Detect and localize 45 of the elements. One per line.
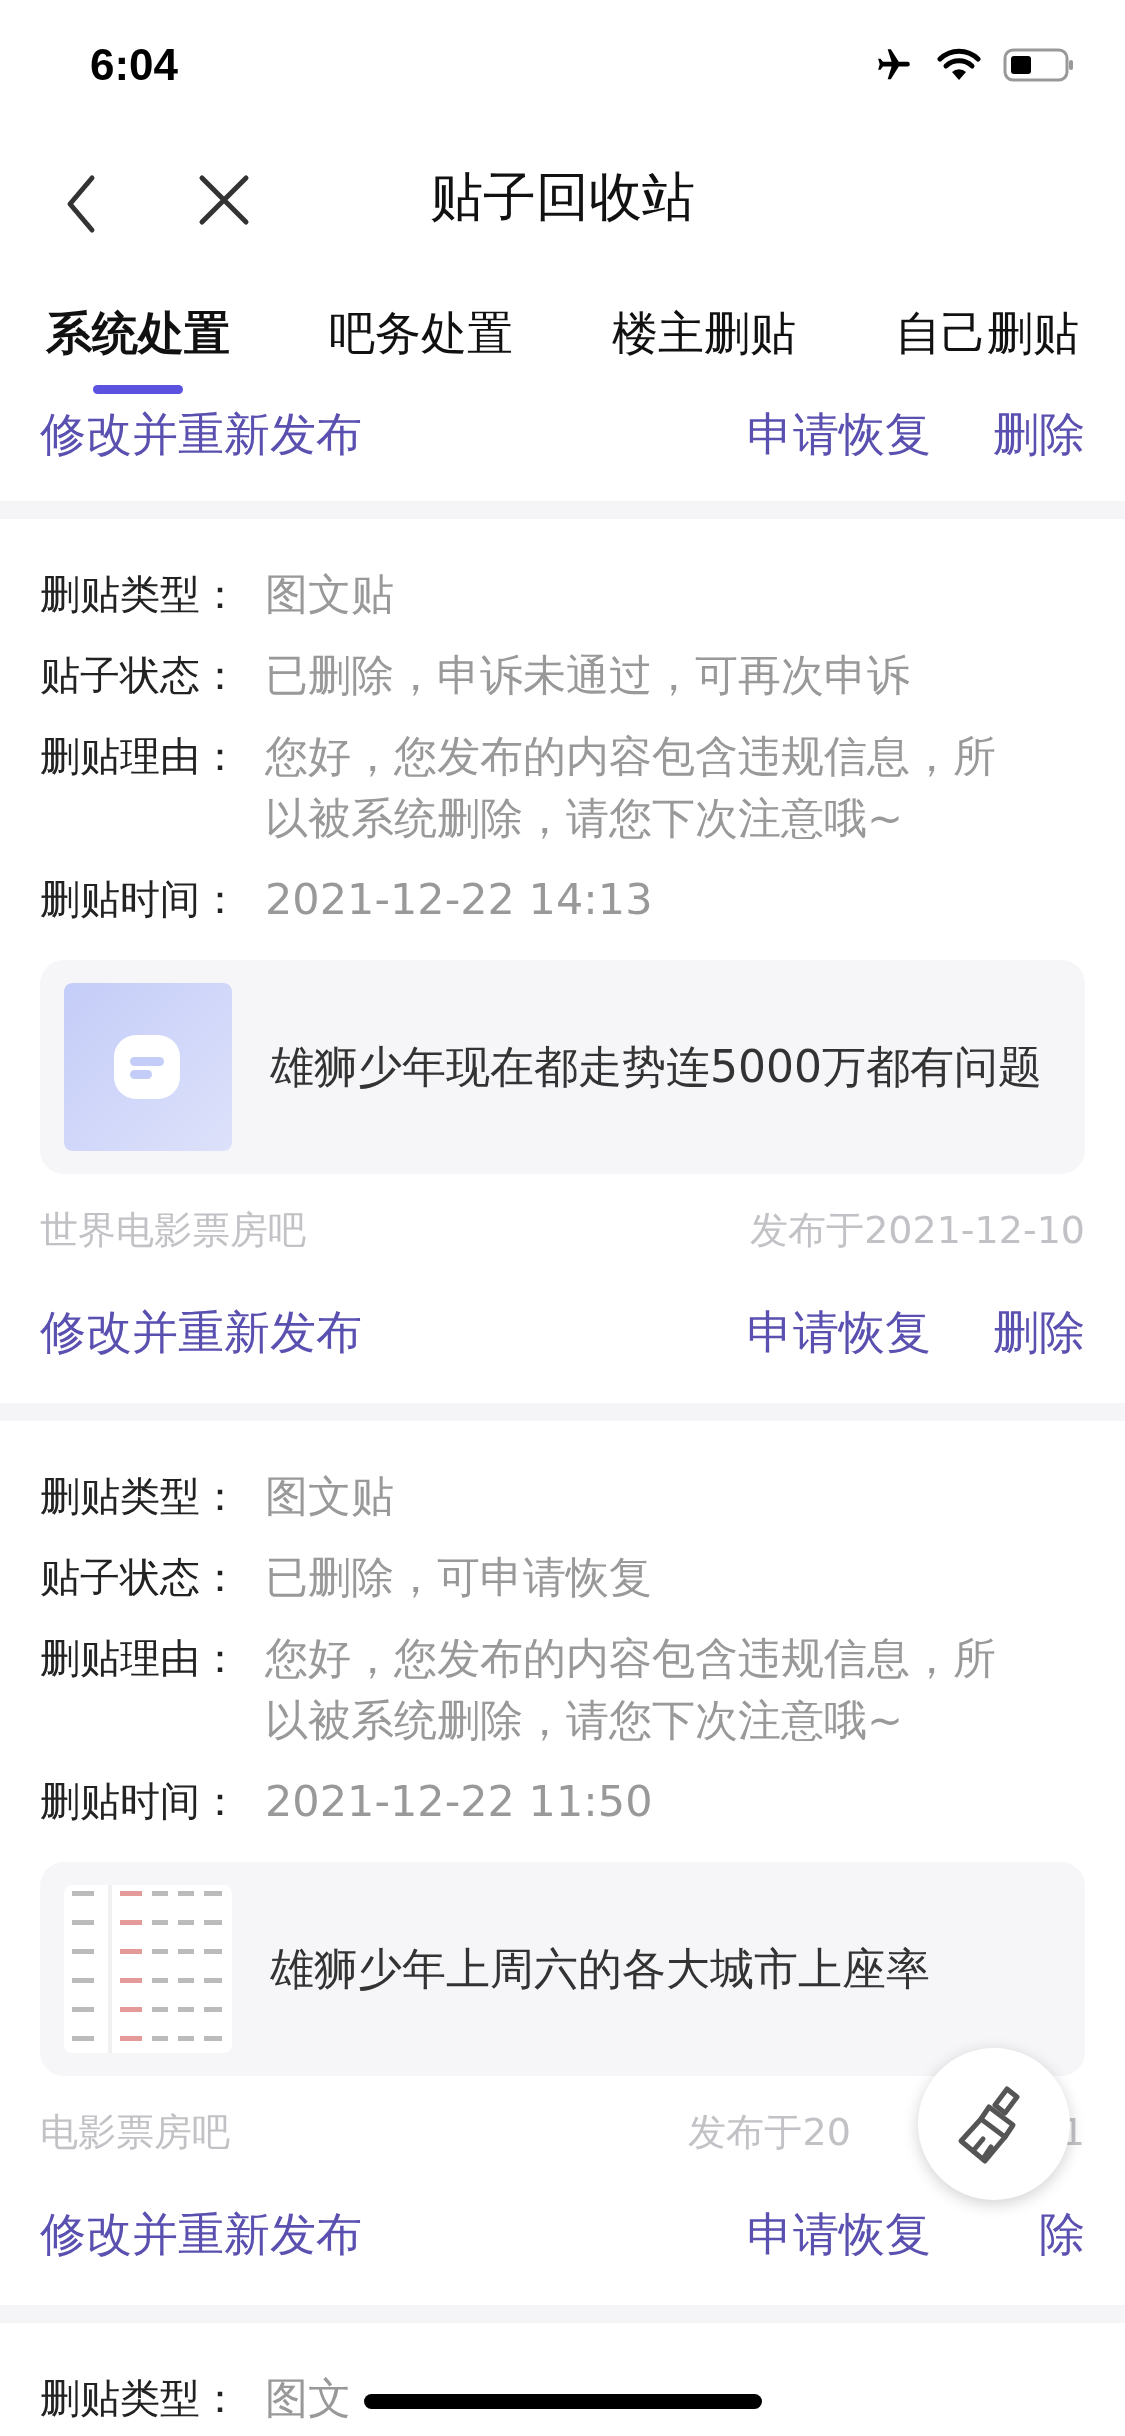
field-label: 删贴类型： [40,2374,241,2423]
field-value: 已删除，申诉未通过，可再次申诉 [265,649,910,702]
field-value: 图文贴 [265,1470,394,1523]
edit-and-repost-link[interactable]: 修改并重新发布 [40,2204,747,2266]
field-value: 2021-12-22 14:13 [265,873,653,926]
field-value: 图文 [265,2372,351,2425]
post-title: 雄狮少年上周六的各大城市上座率 [270,1941,930,1996]
field-label: 删贴理由： [40,1634,241,1683]
field-label: 删贴类型： [40,1472,241,1521]
forum-name: 世界电影票房吧 [40,1206,307,1254]
delete-link[interactable]: 除 [1039,2204,1085,2266]
request-restore-link[interactable]: 申请恢复 [747,1302,931,1364]
post-date: 发布于2021-12-10 [750,1206,1085,1254]
placeholder-thumbnail-icon [64,983,232,1151]
post-title: 雄狮少年现在都走势连5000万都有问题 [270,1039,1042,1094]
request-restore-link[interactable]: 申请恢复 [747,404,931,466]
field-label: 删贴时间： [40,1777,241,1826]
request-restore-link[interactable]: 申请恢复 [747,2204,931,2266]
tab[interactable]: 自己删贴 [889,265,1085,395]
field-label: 贴子状态： [40,651,241,700]
edit-and-repost-link[interactable]: 修改并重新发布 [40,404,747,466]
field-value: 图文贴 [265,568,394,621]
field-value: 2021-12-22 11:50 [265,1775,653,1828]
close-icon[interactable] [198,174,250,226]
tab[interactable]: 系统处置 [40,265,236,395]
wifi-icon [937,48,981,82]
battery-icon [1003,48,1075,82]
post-date: 发布于20 [688,2108,851,2156]
field-label: 删贴类型： [40,570,241,619]
forum-name: 电影票房吧 [40,2108,231,2156]
field-value: 您好，您发布的内容包含违规信息，所以被系统删除，请您下次注意哦~ [265,1632,997,1747]
tab[interactable]: 楼主删贴 [606,265,802,395]
field-label: 删贴理由： [40,732,241,781]
field-label: 删贴时间： [40,875,241,924]
status-time: 6:04 [90,40,179,90]
tab[interactable]: 吧务处置 [323,265,519,395]
delete-link[interactable]: 删除 [993,404,1085,466]
page-title: 贴子回收站 [430,164,695,229]
field-value: 已删除，可申请恢复 [265,1551,652,1604]
post-preview[interactable]: 雄狮少年现在都走势连5000万都有问题 [40,960,1085,1174]
edit-and-repost-link[interactable]: 修改并重新发布 [40,1302,747,1364]
post-preview[interactable]: 雄狮少年上周六的各大城市上座率 [40,1862,1085,2076]
field-label: 贴子状态： [40,1553,241,1602]
field-value: 您好，您发布的内容包含违规信息，所以被系统删除，请您下次注意哦~ [265,730,997,845]
delete-link[interactable]: 删除 [993,1302,1085,1364]
